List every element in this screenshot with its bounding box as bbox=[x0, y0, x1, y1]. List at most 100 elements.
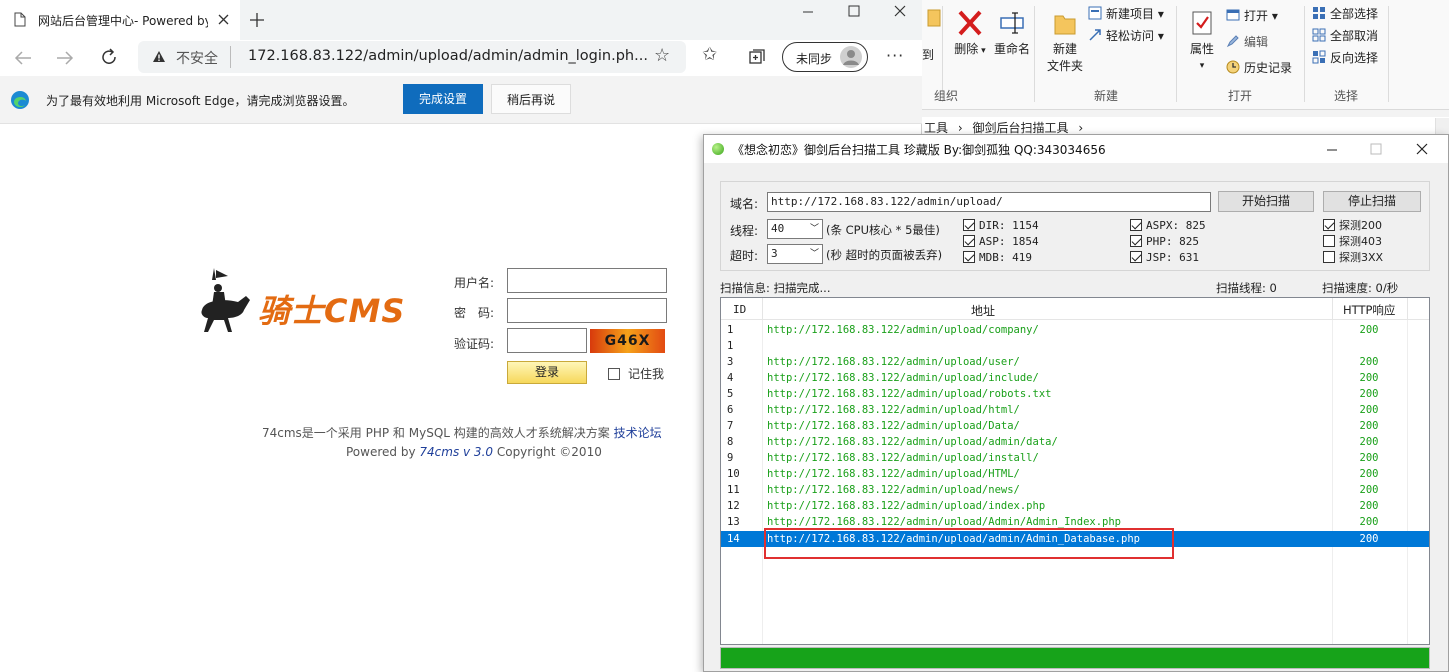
table-row[interactable]: 11 http://172.168.83.122/admin/upload/new… bbox=[721, 482, 1429, 498]
table-row[interactable]: 9 http://172.168.83.122/admin/upload/inst… bbox=[721, 450, 1429, 466]
dict-mdb-checkbox[interactable]: MDB: 419 bbox=[963, 250, 1032, 266]
rename-button[interactable]: 重命名 bbox=[992, 8, 1032, 57]
delete-button[interactable]: 删除 ▾ bbox=[952, 8, 988, 57]
domain-input[interactable]: http://172.168.83.122/admin/upload/ bbox=[767, 192, 1211, 212]
captcha-image[interactable]: G46X bbox=[590, 329, 665, 353]
probe-3xx-checkbox[interactable]: 探测3XX bbox=[1323, 250, 1383, 266]
table-row[interactable]: 12 http://172.168.83.122/admin/upload/ind… bbox=[721, 498, 1429, 514]
select-none-button[interactable]: 全部取消 bbox=[1312, 26, 1378, 46]
history-label: 历史记录 bbox=[1244, 61, 1293, 75]
dict-jsp-checkbox[interactable]: JSP: 631 bbox=[1130, 250, 1199, 266]
row-url: http://172.168.83.122/admin/upload/index… bbox=[767, 500, 1046, 512]
insecure-label[interactable]: 不安全 bbox=[176, 48, 218, 68]
maximize-icon[interactable] bbox=[848, 5, 860, 17]
footer-copyright: Copyright ©2010 bbox=[496, 445, 602, 459]
table-row[interactable]: 8 http://172.168.83.122/admin/upload/admi… bbox=[721, 434, 1429, 450]
invert-selection-button[interactable]: 反向选择 bbox=[1312, 48, 1378, 68]
probe-403-checkbox[interactable]: 探测403 bbox=[1323, 234, 1382, 250]
row-http-code: 200 bbox=[1359, 516, 1379, 528]
copy-to-button[interactable]: 到 bbox=[922, 6, 941, 62]
open-button[interactable]: 打开 ▾ bbox=[1226, 6, 1278, 26]
warning-triangle-icon[interactable] bbox=[152, 50, 166, 63]
forum-link[interactable]: 技术论坛 bbox=[614, 426, 662, 440]
row-id: 13 bbox=[727, 516, 740, 528]
collections-icon[interactable] bbox=[748, 48, 766, 66]
finish-setup-button[interactable]: 完成设置 bbox=[403, 84, 483, 114]
login-button[interactable]: 登录 bbox=[507, 361, 587, 384]
select-none-label: 全部取消 bbox=[1330, 29, 1379, 43]
start-scan-button[interactable]: 开始扫描 bbox=[1218, 191, 1314, 212]
table-row[interactable]: 3 http://172.168.83.122/admin/upload/user… bbox=[721, 354, 1429, 370]
dict-aspx-checkbox[interactable]: ASPX: 825 bbox=[1130, 218, 1206, 234]
properties-button[interactable]: 属性 ▾ bbox=[1184, 8, 1220, 71]
table-row[interactable]: 10 http://172.168.83.122/admin/upload/HTM… bbox=[721, 466, 1429, 482]
new-folder-button[interactable]: 新建 文件夹 bbox=[1044, 8, 1086, 74]
username-input[interactable] bbox=[507, 268, 667, 293]
table-row[interactable]: 7 http://172.168.83.122/admin/upload/Data… bbox=[721, 418, 1429, 434]
browser-tab[interactable]: 网站后台管理中心- Powered by 74cms bbox=[0, 0, 240, 40]
window-close-icon[interactable] bbox=[1416, 143, 1428, 155]
74cms-link[interactable]: 74cms v 3.0 bbox=[419, 445, 493, 459]
checkbox-box bbox=[963, 251, 975, 263]
select-all-button[interactable]: 全部选择 bbox=[1312, 4, 1378, 24]
delete-label: 删除 bbox=[954, 42, 979, 56]
url-text[interactable]: 172.168.83.122/admin/upload/admin/admin_… bbox=[248, 48, 648, 64]
table-row[interactable]: 1 bbox=[721, 338, 1429, 354]
chevron-down-icon: ﹀ bbox=[809, 249, 819, 259]
scan-info-status: 扫描信息: 扫描完成... bbox=[720, 281, 831, 295]
password-input[interactable] bbox=[507, 298, 667, 323]
probe-200-label: 探测200 bbox=[1339, 219, 1382, 232]
window-close-icon[interactable] bbox=[894, 5, 906, 17]
new-tab-icon[interactable] bbox=[250, 13, 264, 27]
invert-selection-label: 反向选择 bbox=[1330, 51, 1379, 65]
minimize-icon[interactable] bbox=[1326, 144, 1338, 156]
table-row[interactable]: 4 http://172.168.83.122/admin/upload/incl… bbox=[721, 370, 1429, 386]
probe-200-checkbox[interactable]: 探测200 bbox=[1323, 218, 1382, 234]
dict-php-checkbox[interactable]: PHP: 825 bbox=[1130, 234, 1199, 250]
later-button[interactable]: 稍后再说 bbox=[491, 84, 571, 114]
properties-icon bbox=[1192, 11, 1212, 35]
timeout-select[interactable]: 3 ﹀ bbox=[767, 244, 823, 264]
select-none-icon bbox=[1312, 28, 1326, 42]
remember-me-checkbox[interactable] bbox=[608, 368, 620, 380]
row-id: 12 bbox=[727, 500, 740, 512]
column-header-url[interactable]: 地址 bbox=[971, 302, 995, 319]
favorite-star-icon[interactable]: ☆ bbox=[654, 45, 670, 66]
table-row[interactable]: 5 http://172.168.83.122/admin/upload/robo… bbox=[721, 386, 1429, 402]
table-row[interactable]: 6 http://172.168.83.122/admin/upload/html… bbox=[721, 402, 1429, 418]
back-arrow-icon[interactable] bbox=[14, 50, 32, 66]
easy-access-button[interactable]: 轻松访问 ▾ bbox=[1088, 26, 1164, 46]
breadcrumb-item[interactable]: 御剑后台扫描工具 bbox=[972, 121, 1068, 135]
captcha-input[interactable] bbox=[507, 328, 587, 353]
forward-arrow-icon[interactable] bbox=[56, 50, 74, 66]
new-item-button[interactable]: 新建项目 ▾ bbox=[1088, 4, 1164, 24]
history-button[interactable]: 历史记录 bbox=[1226, 58, 1292, 78]
refresh-icon[interactable] bbox=[100, 48, 118, 66]
favorites-list-icon[interactable]: ✩ bbox=[702, 44, 717, 65]
column-header-id[interactable]: ID bbox=[733, 303, 746, 316]
address-bar[interactable]: 不安全 172.168.83.122/admin/upload/admin/ad… bbox=[138, 41, 686, 73]
scan-speed-status: 扫描速度: 0/秒 bbox=[1322, 281, 1399, 295]
rename-icon bbox=[1000, 12, 1024, 34]
minimize-icon[interactable] bbox=[802, 6, 814, 18]
copy-to-icon bbox=[927, 9, 941, 27]
stop-scan-button[interactable]: 停止扫描 bbox=[1323, 191, 1421, 212]
breadcrumb-item[interactable]: 工具 bbox=[922, 121, 948, 135]
dict-asp-checkbox[interactable]: ASP: 1854 bbox=[963, 234, 1039, 250]
finish-setup-label: 完成设置 bbox=[418, 92, 467, 106]
edit-button[interactable]: 编辑 bbox=[1226, 32, 1268, 52]
profile-sync-button[interactable]: 未同步 bbox=[782, 42, 868, 72]
footer-description: 74cms是一个采用 PHP 和 MySQL 构建的高效人才系统解决方案 bbox=[262, 426, 610, 440]
sync-label: 未同步 bbox=[796, 52, 833, 66]
threads-select[interactable]: 40 ﹀ bbox=[767, 219, 823, 239]
close-icon[interactable] bbox=[218, 14, 229, 25]
row-id: 4 bbox=[727, 372, 734, 384]
invert-selection-icon bbox=[1312, 50, 1326, 64]
more-menu-icon[interactable]: ··· bbox=[886, 46, 904, 65]
maximize-icon[interactable] bbox=[1370, 143, 1382, 155]
dict-dir-checkbox[interactable]: DIR: 1154 bbox=[963, 218, 1039, 234]
column-header-http-code[interactable]: HTTP响应 bbox=[1343, 302, 1395, 318]
domain-label: 域名: bbox=[730, 197, 759, 211]
table-row[interactable]: 1 http://172.168.83.122/admin/upload/comp… bbox=[721, 322, 1429, 338]
results-table[interactable]: ID 地址 HTTP响应 1 http://172.168.83.122/admi… bbox=[720, 297, 1430, 645]
